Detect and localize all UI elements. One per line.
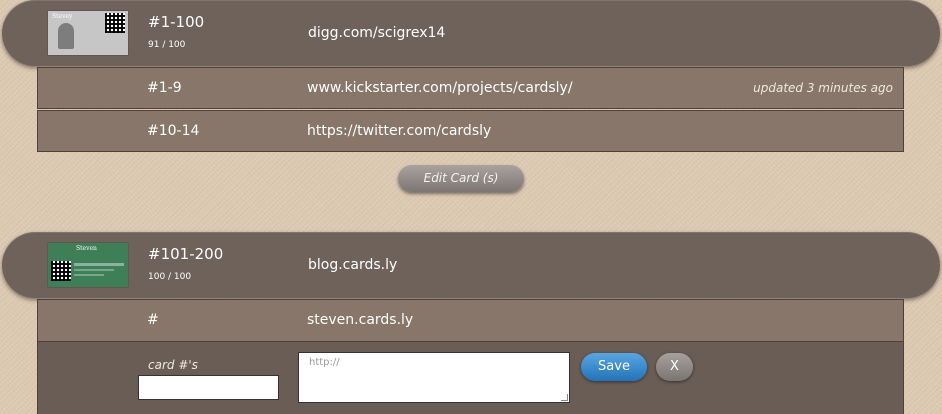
- row-range: #10-14: [147, 123, 200, 139]
- url-placeholder: http://: [309, 357, 340, 368]
- save-button[interactable]: Save: [581, 353, 647, 381]
- card-thumbnail[interactable]: Stevey: [48, 11, 128, 55]
- edit-cards-button[interactable]: Edit Card (s): [398, 165, 524, 192]
- updated-timestamp: updated 3 minutes ago: [753, 81, 893, 95]
- card-count: 100 / 100: [148, 272, 192, 282]
- edit-card-form: card #'s http:// Save X: [37, 342, 904, 414]
- row-url[interactable]: steven.cards.ly: [307, 312, 413, 328]
- row-range: #1-9: [147, 80, 182, 96]
- figure-image: [58, 23, 74, 49]
- resize-handle-icon[interactable]: [561, 394, 568, 401]
- thumb-name: Steven: [76, 245, 97, 252]
- card-row[interactable]: #1-9 www.kickstarter.com/projects/cardsl…: [37, 67, 904, 109]
- url-textarea[interactable]: http://: [298, 352, 570, 403]
- row-url[interactable]: https://twitter.com/cardsly: [307, 123, 491, 139]
- qr-code-icon: [51, 261, 71, 281]
- card-range: #101-200: [148, 245, 224, 263]
- card-group-2[interactable]: Steven #101-200 100 / 100 blog.cards.ly: [2, 232, 940, 298]
- cancel-button[interactable]: X: [656, 353, 693, 381]
- row-range: #: [147, 312, 159, 328]
- card-number-label: card #'s: [148, 358, 198, 372]
- thumb-text-line: [74, 263, 124, 266]
- row-url[interactable]: www.kickstarter.com/projects/cardsly/: [307, 80, 573, 96]
- card-thumbnail[interactable]: Steven: [48, 243, 128, 287]
- thumb-text-line: [74, 269, 114, 271]
- card-group-1[interactable]: Stevey #1-100 91 / 100 digg.com/scigrex1…: [2, 0, 940, 66]
- card-row[interactable]: #10-14 https://twitter.com/cardsly: [37, 110, 904, 152]
- card-url[interactable]: blog.cards.ly: [308, 257, 397, 273]
- thumb-text-line: [74, 274, 104, 276]
- card-row[interactable]: # steven.cards.ly: [37, 299, 904, 342]
- thumb-name: Stevey: [52, 13, 73, 20]
- qr-code-icon: [105, 13, 125, 33]
- card-range: #1-100: [148, 13, 205, 31]
- card-number-input[interactable]: [138, 375, 279, 400]
- card-count: 91 / 100: [148, 40, 186, 50]
- card-url[interactable]: digg.com/scigrex14: [308, 25, 445, 41]
